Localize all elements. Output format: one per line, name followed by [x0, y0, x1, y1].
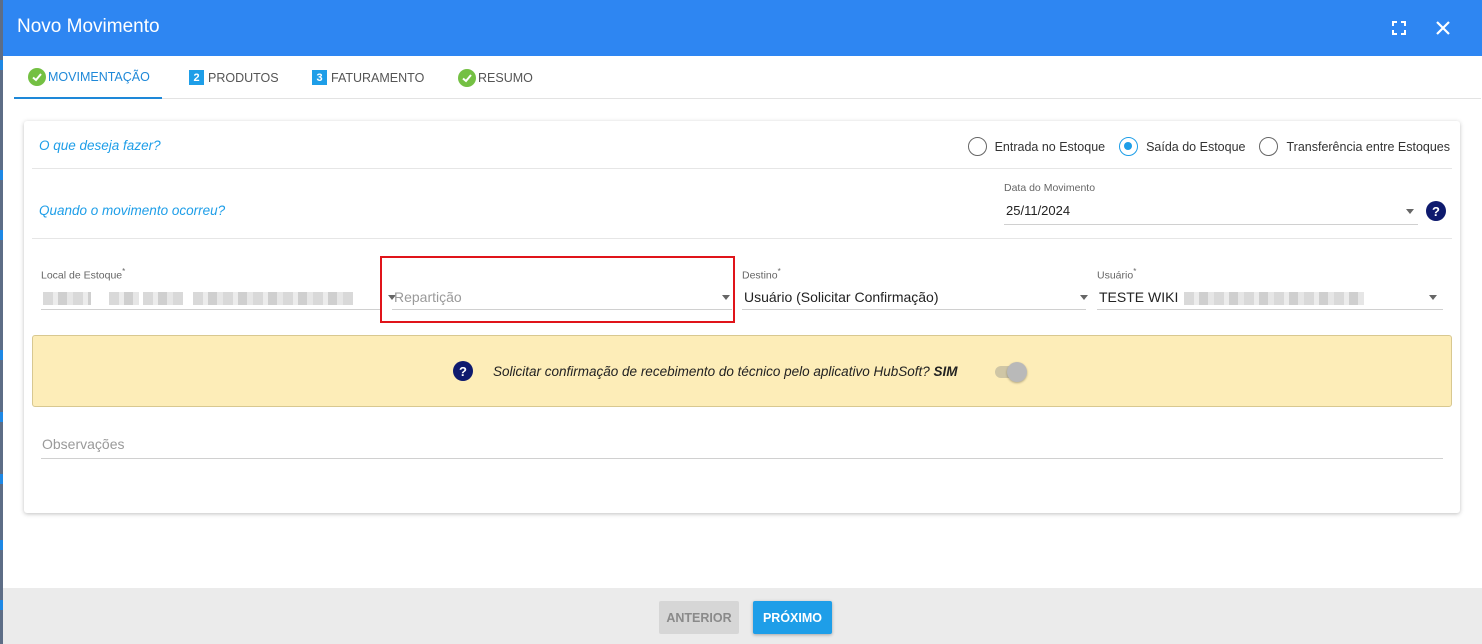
chevron-down-icon [1406, 209, 1414, 214]
tab-resumo[interactable]: RESUMO [458, 56, 533, 99]
destino-select[interactable]: Destino* Usuário (Solicitar Confirmação) [742, 267, 1088, 310]
close-icon[interactable] [1433, 18, 1453, 38]
highlight-box [380, 256, 735, 323]
dialog-titlebar: Novo Movimento [3, 0, 1482, 56]
check-icon [458, 68, 476, 87]
observacoes-placeholder: Observações [42, 436, 125, 452]
date-label: Data do Movimento [1004, 182, 1096, 194]
chevron-down-icon [1429, 295, 1437, 300]
tab-label: MOVIMENTAÇÃO [48, 69, 150, 84]
date-value: 25/11/2024 [1006, 203, 1071, 218]
radio-label: Transferência entre Estoques [1286, 139, 1450, 154]
destino-label: Destino* [742, 267, 781, 282]
divider [32, 238, 1452, 239]
tab-label: FATURAMENTO [331, 70, 425, 85]
step-number: 2 [189, 70, 204, 85]
local-estoque-label: Local de Estoque* [41, 267, 126, 282]
tab-label: PRODUTOS [208, 70, 279, 85]
confirmation-alert: ? Solicitar confirmação de recebimento d… [32, 335, 1452, 407]
dialog-footer: ANTERIOR PRÓXIMO [3, 588, 1482, 644]
observacoes-input[interactable]: Observações [41, 433, 1443, 459]
what-question: O que deseja fazer? [39, 138, 161, 153]
usuario-value: TESTE WIKI [1099, 289, 1365, 305]
date-field[interactable]: Data do Movimento 25/11/2024 [1004, 182, 1418, 225]
usuario-select[interactable]: Usuário* TESTE WIKI [1097, 267, 1443, 310]
usuario-label: Usuário* [1097, 267, 1137, 282]
local-estoque-select[interactable]: Local de Estoque* [41, 267, 396, 310]
usuario-value-redacted [1184, 291, 1365, 305]
when-question: Quando o movimento ocorreu? [39, 203, 226, 218]
movement-form-card: O que deseja fazer? Entrada no Estoque S… [24, 121, 1460, 513]
confirmation-text: Solicitar confirmação de recebimento do … [493, 364, 958, 379]
radio-entrada[interactable]: Entrada no Estoque [967, 137, 1106, 156]
help-icon[interactable]: ? [453, 361, 473, 381]
radio-circle [967, 137, 987, 156]
check-icon [28, 67, 46, 86]
tab-label: RESUMO [478, 70, 533, 85]
radio-saida[interactable]: Saída do Estoque [1119, 137, 1245, 156]
radio-circle-selected [1119, 137, 1139, 156]
radio-circle [1259, 137, 1279, 156]
tab-movimentacao[interactable]: MOVIMENTAÇÃO [14, 56, 162, 99]
tab-produtos[interactable]: 2 PRODUTOS [189, 56, 279, 99]
step-number: 3 [312, 70, 327, 85]
previous-button[interactable]: ANTERIOR [659, 601, 739, 634]
next-button[interactable]: PRÓXIMO [753, 601, 832, 634]
chevron-down-icon [1080, 295, 1088, 300]
movement-type-radio-group: Entrada no Estoque Saída do Estoque Tran… [954, 137, 1450, 156]
new-movement-dialog: Novo Movimento MOVIMENTAÇÃO 2 PRODUTOS 3… [3, 0, 1482, 644]
divider [32, 168, 1452, 169]
radio-label: Entrada no Estoque [994, 139, 1106, 154]
wizard-tabs: MOVIMENTAÇÃO 2 PRODUTOS 3 FATURAMENTO RE… [14, 56, 1481, 99]
fullscreen-icon[interactable] [1389, 18, 1409, 38]
help-icon[interactable]: ? [1426, 201, 1446, 221]
confirmation-toggle[interactable] [995, 362, 1027, 382]
dialog-title: Novo Movimento [17, 16, 160, 37]
local-estoque-value-redacted [43, 289, 353, 305]
radio-label: Saída do Estoque [1146, 139, 1246, 154]
destino-value: Usuário (Solicitar Confirmação) [744, 289, 939, 305]
tab-faturamento[interactable]: 3 FATURAMENTO [312, 56, 424, 99]
radio-transferencia[interactable]: Transferência entre Estoques [1259, 137, 1450, 156]
